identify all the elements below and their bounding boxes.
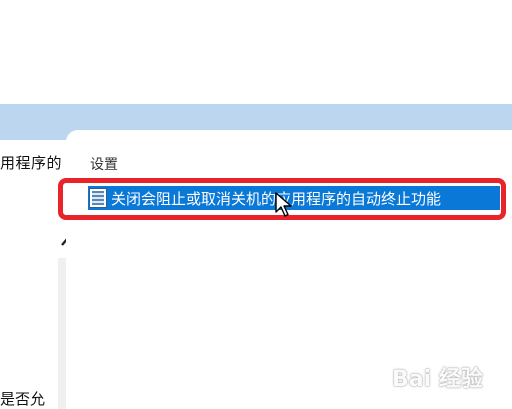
left-pane-text-top: 用程序的: [0, 154, 63, 172]
watermark-logo: Bai 经验: [392, 367, 483, 392]
section-header-settings: 设置: [90, 157, 118, 173]
screenshot-stage: 用程序的 是否允 设置 关闭会阻止或取消关机的应用程序的自动终止功能 Bai 经…: [0, 0, 512, 409]
left-pane-text-bottom: 是否允: [0, 390, 46, 408]
mouse-cursor-icon: [275, 192, 292, 217]
top-band: [0, 62, 512, 104]
top-area: [0, 0, 512, 63]
left-pane: [0, 140, 66, 409]
